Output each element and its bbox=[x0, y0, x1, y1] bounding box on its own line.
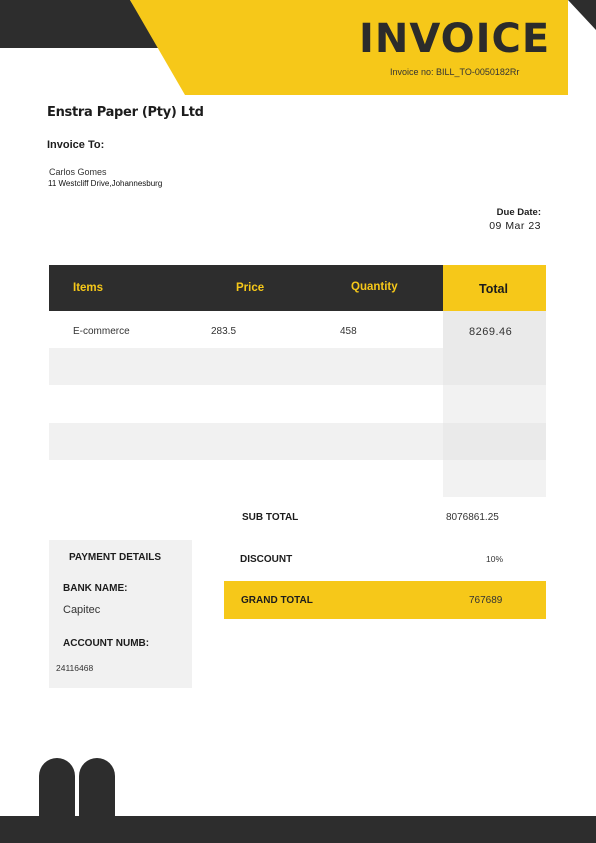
total-cell bbox=[443, 460, 546, 497]
header-price: Price bbox=[236, 282, 265, 294]
discount-value: 10% bbox=[486, 554, 504, 564]
account-number-label: ACCOUNT NUMB: bbox=[63, 638, 150, 649]
payment-details-title: PAYMENT DETAILS bbox=[69, 552, 162, 563]
header-quantity: Quantity bbox=[351, 281, 398, 293]
due-date-label: Due Date: bbox=[496, 207, 541, 218]
row-item: E-commerce bbox=[73, 326, 130, 337]
bank-name-value: Capitec bbox=[63, 604, 101, 616]
grand-total-value: 767689 bbox=[469, 595, 503, 606]
subtotal-value: 8076861.25 bbox=[446, 512, 499, 523]
total-cell bbox=[443, 423, 546, 460]
bank-name-label: BANK NAME: bbox=[63, 583, 128, 594]
discount-label: DISCOUNT bbox=[240, 554, 293, 565]
invoice-number: Invoice no: BILL_TO-0050182Rr bbox=[390, 67, 520, 77]
header-items: Items bbox=[73, 282, 104, 294]
subtotal-label: SUB TOTAL bbox=[242, 512, 299, 523]
grand-total-label: GRAND TOTAL bbox=[241, 595, 313, 606]
account-number-value: 24116468 bbox=[56, 663, 94, 673]
due-date-value: 09 Mar 23 bbox=[489, 220, 541, 232]
row-quantity: 458 bbox=[340, 326, 357, 337]
invoice-to-label: Invoice To: bbox=[47, 139, 105, 151]
customer-name: Carlos Gomes bbox=[49, 167, 107, 177]
total-cell bbox=[443, 348, 546, 385]
company-name: Enstra Paper (Pty) Ltd bbox=[47, 105, 204, 120]
row-total: 8269.46 bbox=[469, 326, 513, 338]
header-total: Total bbox=[479, 282, 508, 296]
footer-decoration bbox=[0, 758, 596, 843]
invoice-title: INVOICE bbox=[359, 16, 551, 62]
customer-address: 11 Westcliff Drive,Johannesburg bbox=[48, 179, 163, 188]
total-cell bbox=[443, 385, 546, 423]
row-price: 283.5 bbox=[211, 326, 237, 337]
